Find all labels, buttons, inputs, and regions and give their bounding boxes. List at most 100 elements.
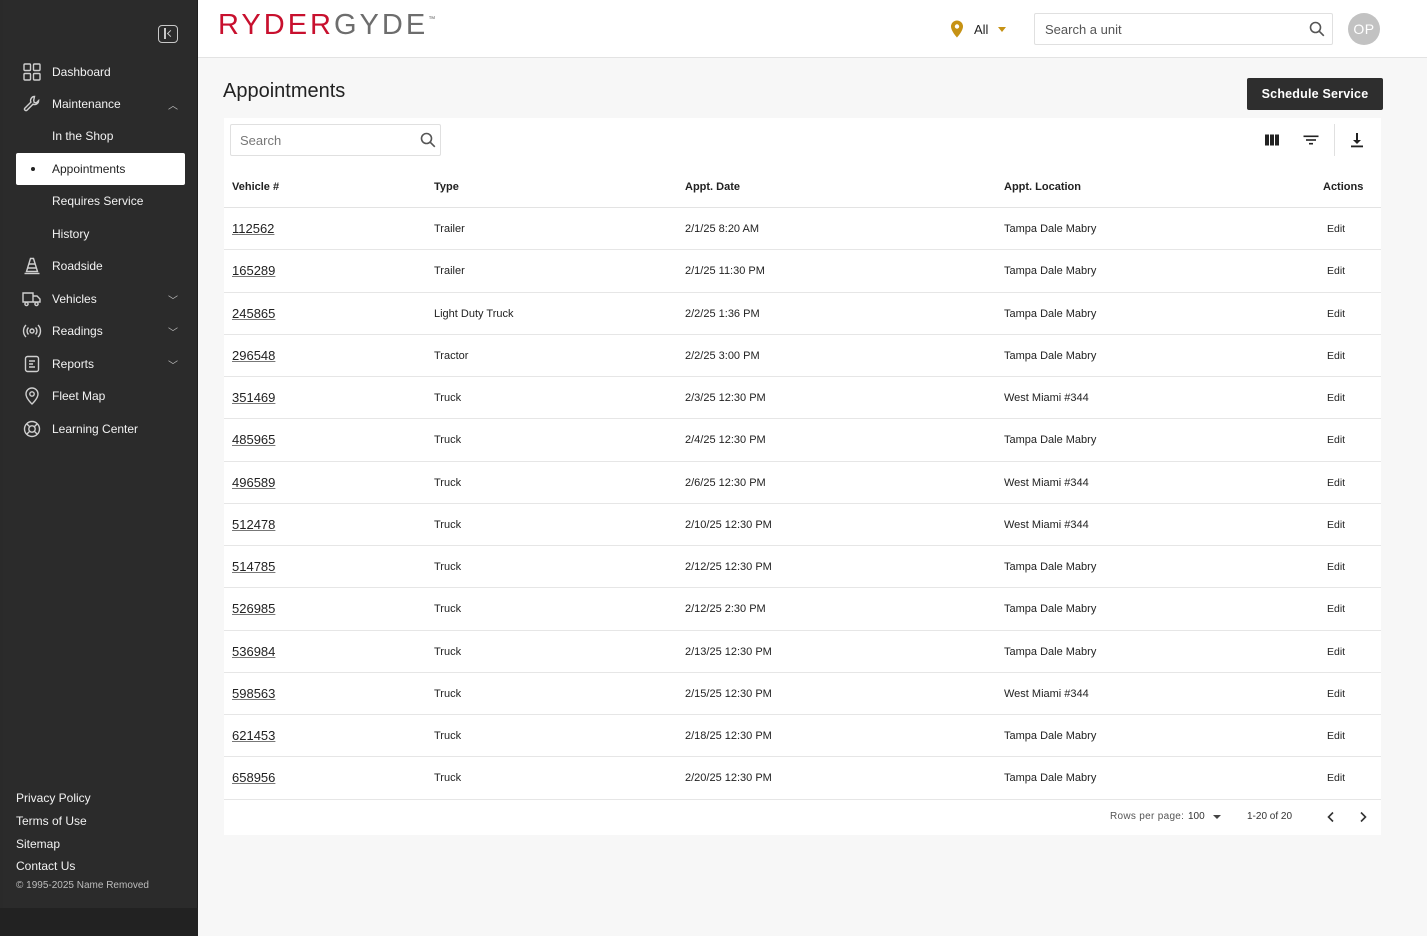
edit-button[interactable]: Edit xyxy=(1327,335,1345,377)
sidebar-item-appointments[interactable]: Appointments xyxy=(16,153,185,185)
rows-per-page-value: 100 xyxy=(1188,811,1205,822)
cell-type: Truck xyxy=(434,476,462,489)
edit-button[interactable]: Edit xyxy=(1327,293,1345,335)
privacy-policy-link[interactable]: Privacy Policy xyxy=(16,787,91,810)
contact-us-link[interactable]: Contact Us xyxy=(16,855,91,878)
edit-button[interactable]: Edit xyxy=(1327,250,1345,292)
edit-button[interactable]: Edit xyxy=(1327,377,1345,419)
table-row: 485965 Truck 2/4/25 12:30 PM Tampa Dale Mab… xyxy=(224,419,1381,462)
sidebar-item-reports[interactable]: Reports ﹀ xyxy=(16,348,185,380)
cell-appt-date: 2/15/25 12:30 PM xyxy=(685,687,772,700)
vehicle-number-link[interactable]: 658956 xyxy=(232,757,275,799)
download-icon[interactable] xyxy=(1343,126,1371,154)
rows-per-page-select[interactable]: 100 xyxy=(1188,811,1221,822)
brand-logo[interactable]: RYDER GYDE ™ xyxy=(218,4,435,46)
edit-button[interactable]: Edit xyxy=(1327,208,1345,250)
cell-appt-location: West Miami #344 xyxy=(1004,476,1089,489)
sidebar-item-maintenance[interactable]: Maintenance ︿ xyxy=(16,88,185,120)
cell-appt-location: Tampa Dale Mabry xyxy=(1004,349,1097,362)
traffic-cone-icon xyxy=(22,256,42,276)
unit-search-input[interactable] xyxy=(1045,21,1302,37)
cell-appt-date: 2/12/25 2:30 PM xyxy=(685,603,766,616)
cell-type: Trailer xyxy=(434,223,465,235)
edit-button[interactable]: Edit xyxy=(1327,419,1345,461)
vehicle-number-link[interactable]: 485965 xyxy=(232,419,275,461)
columns-view-icon[interactable] xyxy=(1258,126,1286,154)
vehicle-number-link[interactable]: 598563 xyxy=(232,673,275,715)
sidebar-item-learning-center[interactable]: Learning Center xyxy=(16,413,185,445)
vehicle-number-link[interactable]: 526985 xyxy=(232,588,275,630)
table-search-input[interactable] xyxy=(240,132,416,148)
edit-button[interactable]: Edit xyxy=(1327,715,1345,757)
sidebar-item-dashboard[interactable]: Dashboard xyxy=(16,56,185,88)
cell-appt-location: Tampa Dale Mabry xyxy=(1004,265,1097,278)
table-body: 112562 Trailer 2/1/25 8:20 AM Tampa Dale Ma… xyxy=(224,208,1381,800)
cell-appt-location: West Miami #344 xyxy=(1004,687,1089,700)
edit-button[interactable]: Edit xyxy=(1327,673,1345,715)
sidebar-item-vehicles[interactable]: Vehicles ﹀ xyxy=(16,283,185,315)
previous-page-icon[interactable] xyxy=(1321,807,1341,827)
table-search-box[interactable] xyxy=(230,124,441,156)
report-document-icon xyxy=(22,354,42,374)
edit-button[interactable]: Edit xyxy=(1327,462,1345,504)
schedule-service-button[interactable]: Schedule Service xyxy=(1247,78,1383,110)
filter-list-icon[interactable] xyxy=(1297,126,1325,154)
cell-appt-location: Tampa Dale Mabry xyxy=(1004,645,1097,658)
table-row: 526985 Truck 2/12/25 2:30 PM Tampa Dale Mab… xyxy=(224,588,1381,631)
table-row: 536984 Truck 2/13/25 12:30 PM Tampa Dale Ma… xyxy=(224,631,1381,673)
column-header-vehicle[interactable]: Vehicle # xyxy=(232,166,279,208)
search-icon[interactable] xyxy=(416,132,440,148)
sidebar-item-readings[interactable]: Readings ﹀ xyxy=(16,315,185,347)
column-header-type[interactable]: Type xyxy=(434,166,459,208)
sidebar-item-fleet-map[interactable]: Fleet Map xyxy=(16,380,185,412)
table-row: 512478 Truck 2/10/25 12:30 PM West Miami #3… xyxy=(224,504,1381,546)
edit-button[interactable]: Edit xyxy=(1327,546,1345,588)
edit-button[interactable]: Edit xyxy=(1327,588,1345,630)
sidebar-item-label: Maintenance xyxy=(52,97,121,111)
vehicle-number-link[interactable]: 165289 xyxy=(232,250,275,292)
signal-broadcast-icon xyxy=(22,321,42,341)
next-page-icon[interactable] xyxy=(1353,807,1373,827)
location-filter-value: All xyxy=(974,21,989,37)
table-row: 658956 Truck 2/20/25 12:30 PM Tampa Dale Ma… xyxy=(224,757,1381,800)
vehicle-number-link[interactable]: 112562 xyxy=(232,208,274,250)
sidebar-item-requires-service[interactable]: Requires Service xyxy=(16,185,185,217)
logo-text-ryder: RYDER xyxy=(218,9,334,41)
sidebar-item-in-the-shop[interactable]: In the Shop xyxy=(16,120,185,152)
vehicle-number-link[interactable]: 514785 xyxy=(232,546,275,588)
rows-per-page-label: Rows per page: xyxy=(1110,811,1185,822)
edit-button[interactable]: Edit xyxy=(1327,631,1345,673)
column-header-appt-date[interactable]: Appt. Date xyxy=(685,166,740,208)
sidebar-bottom-strip xyxy=(0,908,198,936)
cell-appt-location: Tampa Dale Mabry xyxy=(1004,434,1097,447)
table-row: 514785 Truck 2/12/25 12:30 PM Tampa Dale Ma… xyxy=(224,546,1381,589)
cell-type: Truck xyxy=(434,645,462,658)
location-filter-select[interactable]: All xyxy=(950,18,1007,40)
column-header-appt-location[interactable]: Appt. Location xyxy=(1004,166,1081,208)
cell-type: Truck xyxy=(434,772,462,785)
unit-search-box[interactable] xyxy=(1034,13,1333,45)
vehicle-number-link[interactable]: 496589 xyxy=(232,462,275,504)
sitemap-link[interactable]: Sitemap xyxy=(16,833,91,856)
vehicle-number-link[interactable]: 351469 xyxy=(232,377,275,419)
vehicle-number-link[interactable]: 512478 xyxy=(232,504,275,546)
sidebar-item-label: Learning Center xyxy=(52,422,139,436)
cell-appt-location: Tampa Dale Mabry xyxy=(1004,730,1097,742)
sidebar-collapse-icon[interactable] xyxy=(158,25,178,43)
table-row: 598563 Truck 2/15/25 12:30 PM West Miami #3… xyxy=(224,673,1381,715)
vehicle-number-link[interactable]: 296548 xyxy=(232,335,275,377)
cell-type: Tractor xyxy=(434,349,469,362)
vehicle-number-link[interactable]: 621453 xyxy=(232,715,275,757)
edit-button[interactable]: Edit xyxy=(1327,504,1345,546)
sidebar-item-roadside[interactable]: Roadside xyxy=(16,250,185,282)
terms-of-use-link[interactable]: Terms of Use xyxy=(16,810,91,833)
page-title: Appointments xyxy=(223,80,346,102)
sidebar-item-history[interactable]: History xyxy=(16,218,185,250)
vehicle-number-link[interactable]: 536984 xyxy=(232,631,275,673)
cell-type: Truck xyxy=(434,687,462,700)
search-icon[interactable] xyxy=(1302,21,1332,37)
edit-button[interactable]: Edit xyxy=(1327,757,1345,799)
user-avatar[interactable]: OP xyxy=(1348,13,1380,45)
lifebuoy-icon xyxy=(22,419,42,439)
vehicle-number-link[interactable]: 245865 xyxy=(232,293,275,335)
